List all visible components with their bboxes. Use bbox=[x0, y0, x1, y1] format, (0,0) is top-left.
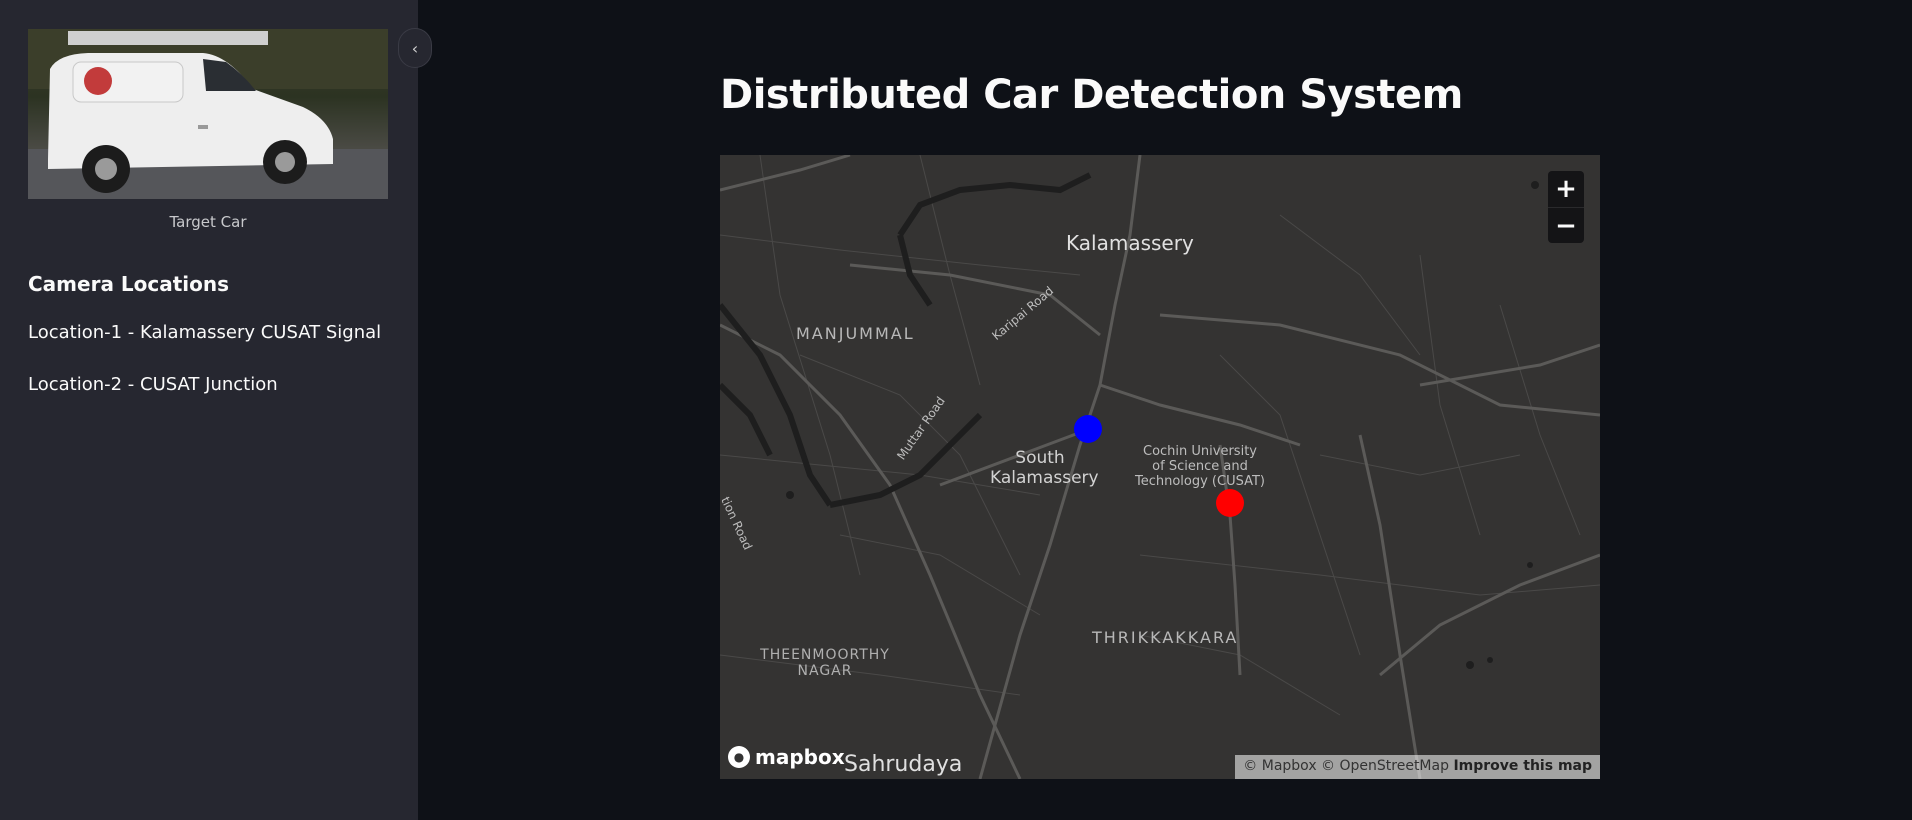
map-label-line: NAGAR bbox=[797, 663, 853, 680]
improve-map-link[interactable]: Improve this map bbox=[1453, 758, 1592, 774]
target-car-image bbox=[28, 29, 388, 199]
map-label-line: of Science and bbox=[1152, 458, 1248, 474]
mapbox-logo[interactable]: ● mapbox bbox=[728, 745, 845, 769]
sidebar-collapse-button[interactable]: ‹ bbox=[398, 28, 432, 68]
location-item: Location-2 - CUSAT Junction bbox=[28, 374, 278, 395]
map-label-line: Kalamassery bbox=[990, 467, 1099, 488]
mapbox-logo-text: mapbox bbox=[755, 745, 845, 769]
image-caption: Target Car bbox=[169, 213, 247, 231]
location-item: Location-1 - Kalamassery CUSAT Signal bbox=[28, 322, 382, 343]
attribution-text[interactable]: © Mapbox © OpenStreetMap bbox=[1243, 758, 1449, 774]
map-attribution: © Mapbox © OpenStreetMap Improve this ma… bbox=[1235, 755, 1600, 779]
camera-marker-location-2[interactable] bbox=[1216, 489, 1244, 517]
map-label-kalamassery: Kalamassery bbox=[1066, 231, 1194, 255]
zoom-in-button[interactable]: + bbox=[1548, 171, 1584, 207]
zoom-control: + − bbox=[1548, 171, 1584, 243]
map-label-manjummal: MANJUMMAL bbox=[796, 324, 915, 343]
map[interactable]: Kalamassery MANJUMMAL Karipai Road Mutta… bbox=[720, 155, 1600, 779]
map-label-sahrudaya: Sahrudaya bbox=[844, 752, 963, 777]
map-label-thrikkakkara: THRIKKAKKARA bbox=[1092, 628, 1239, 647]
page-title: Distributed Car Detection System bbox=[720, 72, 1463, 118]
map-label-theenmoorthy-nagar: THEENMOORTHY NAGAR bbox=[750, 647, 900, 679]
camera-marker-location-1[interactable] bbox=[1074, 415, 1102, 443]
map-label-line: South bbox=[1015, 448, 1065, 468]
mapbox-logo-icon: ● bbox=[728, 746, 750, 768]
camera-locations-heading: Camera Locations bbox=[28, 272, 230, 296]
map-label-south-kalamassery: South Kalamassery bbox=[990, 448, 1099, 488]
sidebar: Target Car Camera Locations Location-1 -… bbox=[0, 0, 418, 820]
map-label-cusat: Cochin University of Science and Technol… bbox=[1130, 444, 1270, 490]
zoom-out-button[interactable]: − bbox=[1548, 207, 1584, 243]
map-label-line: THEENMOORTHY bbox=[760, 647, 890, 663]
map-label-line: Technology (CUSAT) bbox=[1134, 473, 1265, 489]
chevron-left-icon: ‹ bbox=[411, 38, 419, 58]
map-label-line: Cochin University bbox=[1143, 444, 1257, 459]
